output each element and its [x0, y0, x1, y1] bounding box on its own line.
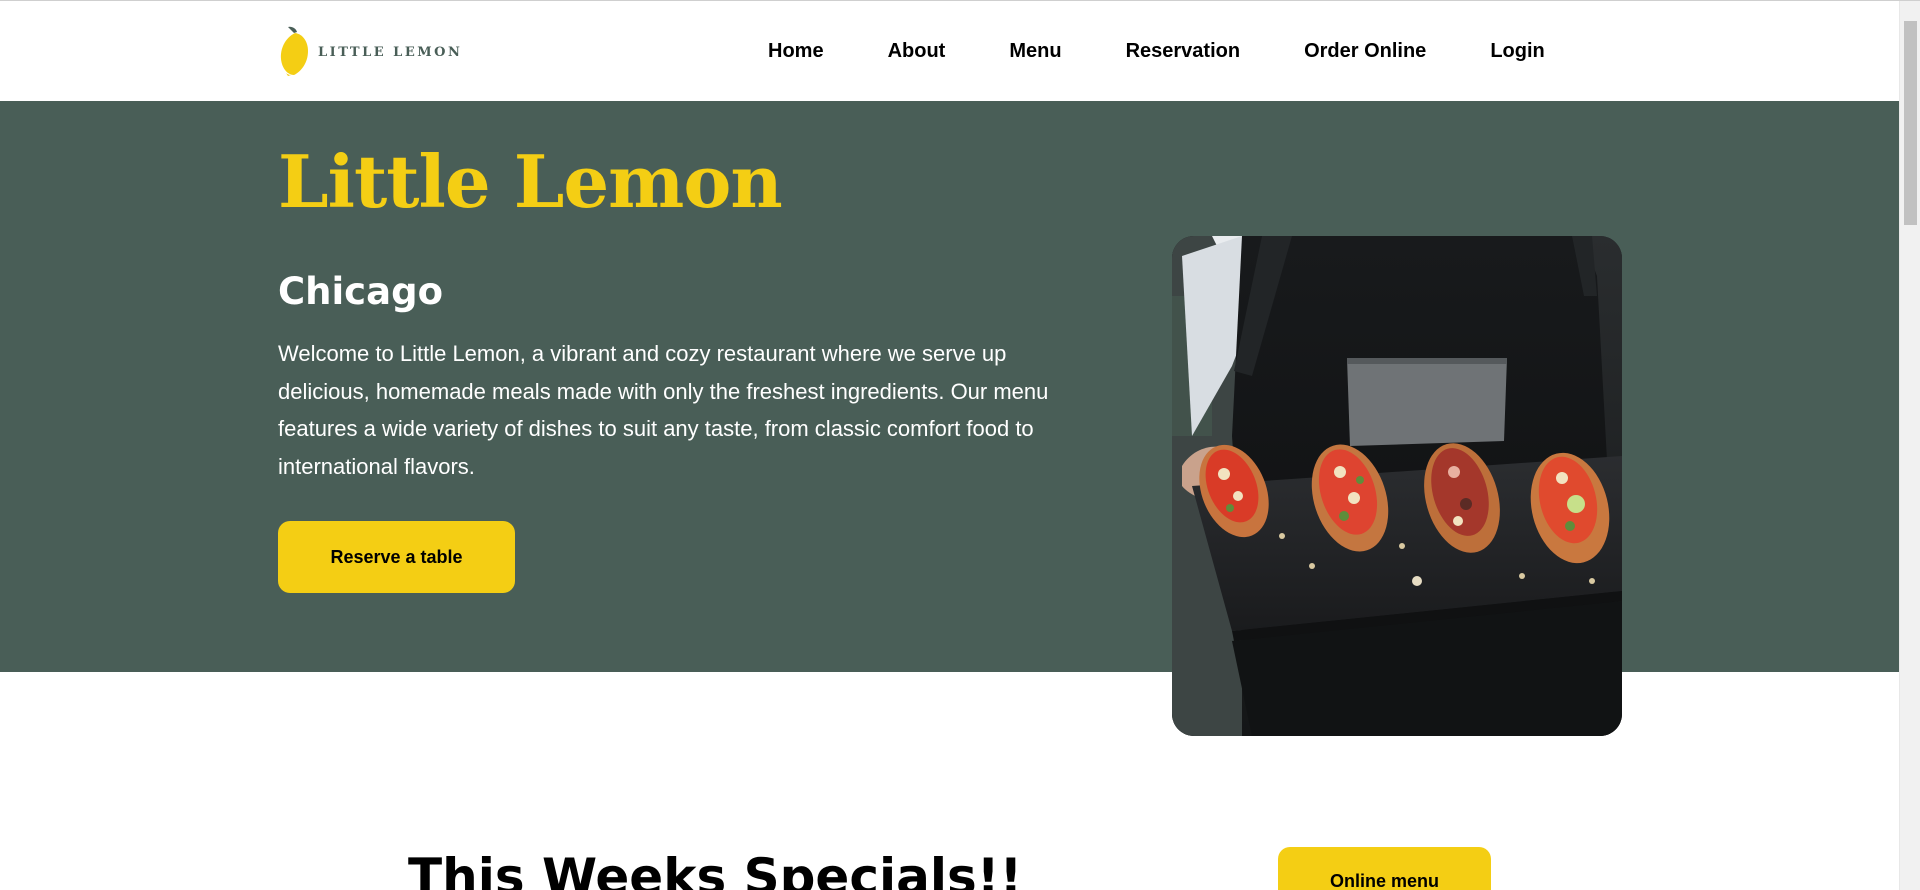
specials-title: This Weeks Specials!!	[408, 848, 1023, 890]
page: LITTLE LEMON Home About Menu Reservation…	[0, 0, 1920, 890]
reserve-table-button[interactable]: Reserve a table	[278, 521, 515, 593]
nav-order-online[interactable]: Order Online	[1304, 39, 1426, 63]
nav-login[interactable]: Login	[1490, 39, 1544, 63]
lemon-logo-icon	[280, 26, 308, 76]
hero-subtitle: Chicago	[278, 270, 443, 313]
restaurant-food-photo-icon	[1172, 236, 1622, 736]
logo-link[interactable]: LITTLE LEMON	[278, 25, 462, 77]
nav-home[interactable]: Home	[768, 39, 824, 63]
nav-menu[interactable]: Menu	[1009, 39, 1061, 63]
hero-title: Little Lemon	[278, 139, 783, 224]
scrollbar-thumb[interactable]	[1904, 21, 1917, 225]
online-menu-button[interactable]: Online menu	[1278, 847, 1491, 890]
main-nav: Home About Menu Reservation Order Online…	[768, 39, 1545, 63]
hero-image	[1172, 236, 1622, 736]
nav-about[interactable]: About	[888, 39, 946, 63]
nav-reservation[interactable]: Reservation	[1126, 39, 1241, 63]
logo-text: LITTLE LEMON	[318, 44, 463, 60]
site-header: LITTLE LEMON Home About Menu Reservation…	[0, 1, 1899, 101]
page-scrollbar[interactable]	[1899, 1, 1920, 890]
hero-description: Welcome to Little Lemon, a vibrant and c…	[278, 341, 1049, 479]
